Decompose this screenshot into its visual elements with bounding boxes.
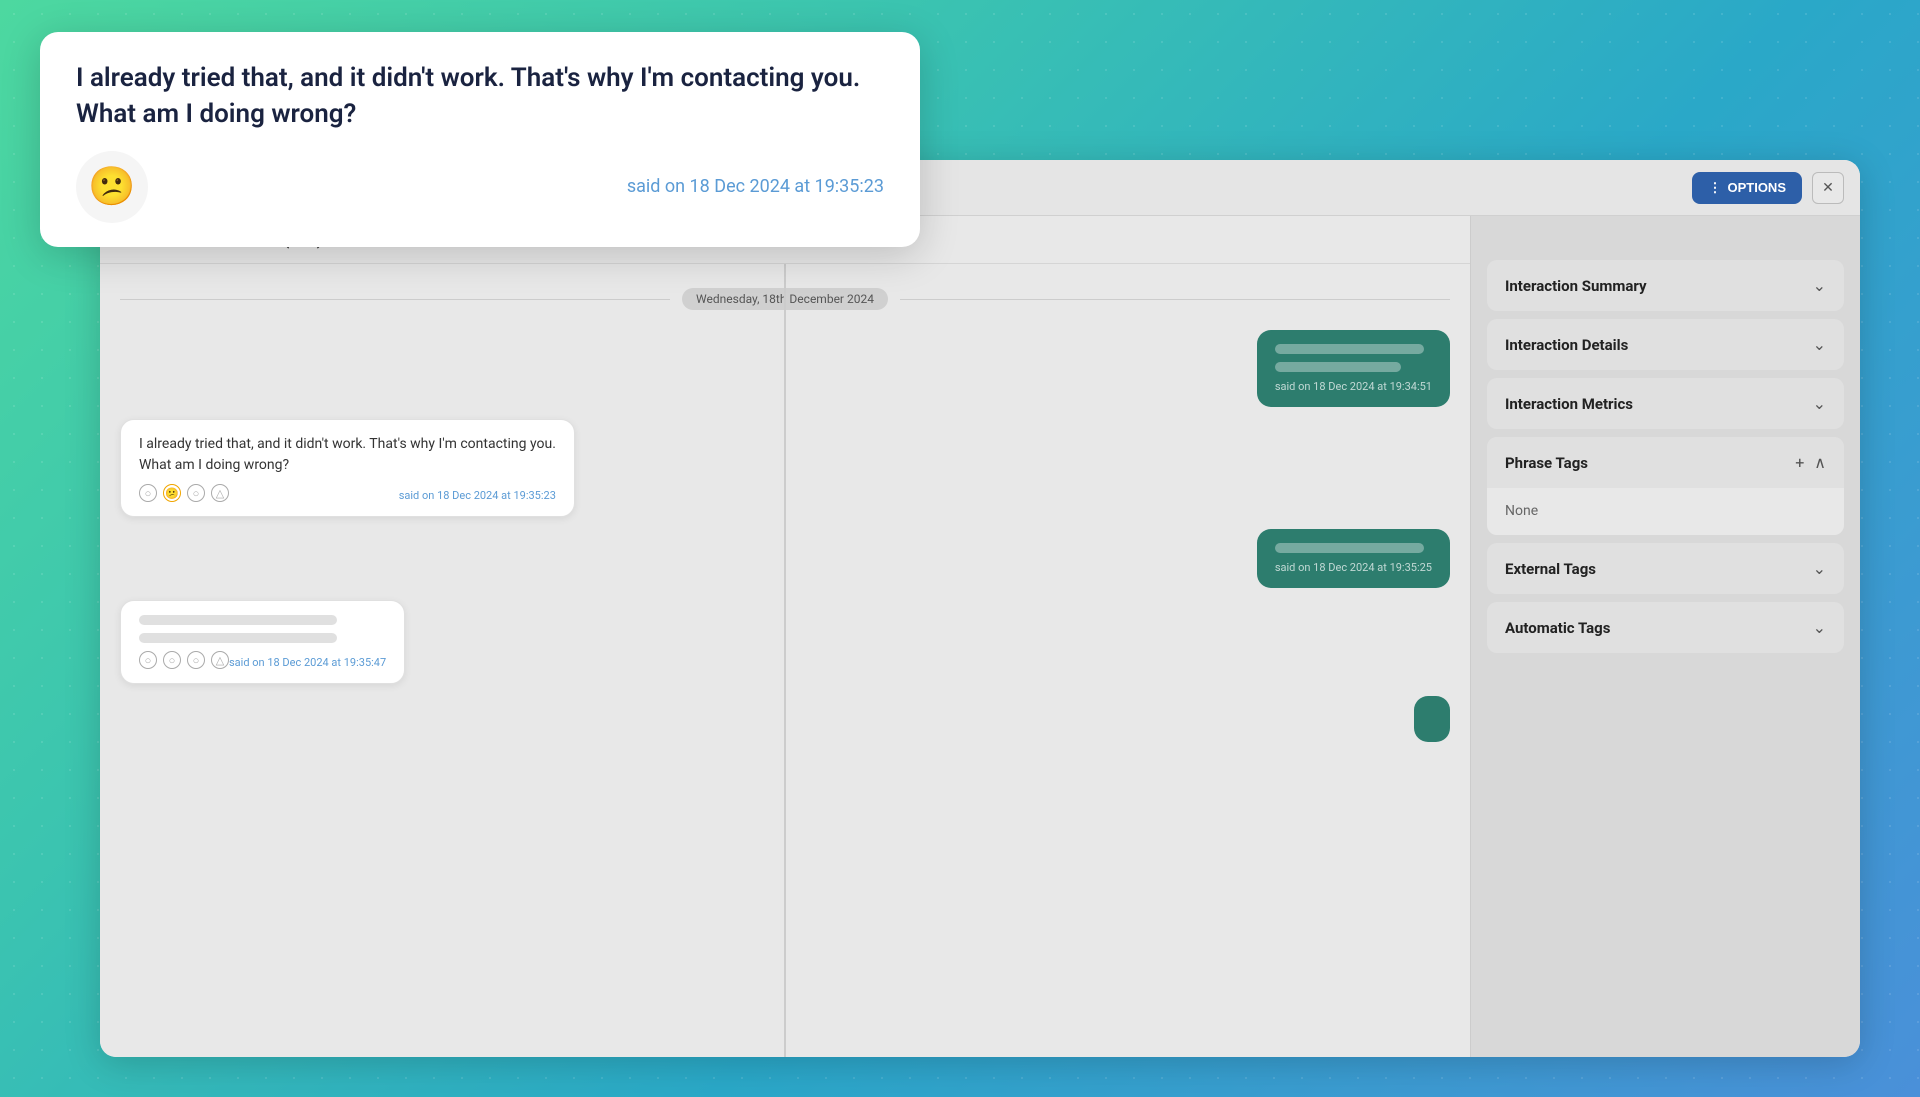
chevron-down-icon: ⌄ bbox=[1813, 276, 1826, 295]
accordion-title-details: Interaction Details bbox=[1505, 336, 1628, 354]
message-row: I already tried that, and it didn't work… bbox=[120, 419, 1450, 517]
options-label: OPTIONS bbox=[1727, 180, 1786, 195]
tooltip-footer: 😕 said on 18 Dec 2024 at 19:35:23 bbox=[76, 151, 884, 223]
message-line bbox=[139, 615, 337, 625]
accordion-header-external-tags[interactable]: External Tags ⌄ bbox=[1487, 543, 1844, 594]
accordion-title-external-tags: External Tags bbox=[1505, 560, 1596, 578]
accordion-title-phrase-tags: Phrase Tags bbox=[1505, 454, 1588, 472]
close-icon: ✕ bbox=[1822, 179, 1834, 196]
reaction-icon-4[interactable]: △ bbox=[211, 484, 229, 502]
customer-bubble-highlighted: I already tried that, and it didn't work… bbox=[120, 419, 575, 517]
accordion-interaction-details: Interaction Details ⌄ bbox=[1487, 319, 1844, 370]
accordion-interaction-summary: Interaction Summary ⌄ bbox=[1487, 260, 1844, 311]
divider-line-left bbox=[120, 299, 670, 300]
accordion-phrase-tags: Phrase Tags + ∧ None bbox=[1487, 437, 1844, 535]
chevron-up-icon: ∧ bbox=[1814, 453, 1826, 472]
phrase-tags-none-label: None bbox=[1505, 503, 1538, 519]
accordion-header-automatic-tags[interactable]: Automatic Tags ⌄ bbox=[1487, 602, 1844, 653]
reaction-icon-2[interactable]: ○ bbox=[163, 651, 181, 669]
message-line bbox=[139, 633, 337, 643]
accordion-automatic-tags: Automatic Tags ⌄ bbox=[1487, 602, 1844, 653]
tooltip-emoji: 😕 bbox=[76, 151, 148, 223]
reaction-icon-1[interactable]: ○ bbox=[139, 651, 157, 669]
chat-messages[interactable]: Wednesday, 18th December 2024 said on 18… bbox=[100, 264, 1470, 1057]
reaction-icon-2[interactable]: 😕 bbox=[163, 484, 181, 502]
chevron-down-icon: ⌄ bbox=[1813, 335, 1826, 354]
accordion-title-summary: Interaction Summary bbox=[1505, 277, 1647, 295]
reaction-icon-3[interactable]: ○ bbox=[187, 484, 205, 502]
message-timestamp: said on 18 Dec 2024 at 19:35:23 bbox=[399, 489, 556, 502]
message-timestamp: said on 18 Dec 2024 at 19:34:51 bbox=[1275, 380, 1432, 393]
divider-line-right bbox=[900, 299, 1450, 300]
phrase-tags-header: Phrase Tags + ∧ bbox=[1505, 453, 1826, 472]
options-button[interactable]: ⋮ OPTIONS bbox=[1692, 172, 1802, 204]
message-line bbox=[1275, 362, 1401, 372]
accordion-header-summary[interactable]: Interaction Summary ⌄ bbox=[1487, 260, 1844, 311]
message-reaction-icons: ○ 😕 ○ △ bbox=[139, 484, 229, 502]
accordion-title-automatic-tags: Automatic Tags bbox=[1505, 619, 1610, 637]
phrase-tags-add-icon[interactable]: + bbox=[1795, 453, 1804, 472]
message-timestamp: said on 18 Dec 2024 at 19:35:25 bbox=[1275, 561, 1432, 574]
chat-panel: Customer Interactions (103) ▾ Wednesday,… bbox=[100, 216, 1470, 1057]
accordion-header-metrics[interactable]: Interaction Metrics ⌄ bbox=[1487, 378, 1844, 429]
reaction-icon-3[interactable]: ○ bbox=[187, 651, 205, 669]
message-footer: ○ ○ ○ △ said on 18 Dec 2024 at 19:35:47 bbox=[139, 651, 386, 669]
message-footer: ○ 😕 ○ △ said on 18 Dec 2024 at 19:35:23 bbox=[139, 484, 556, 502]
customer-message-text: I already tried that, and it didn't work… bbox=[139, 434, 556, 476]
options-dots: ⋮ bbox=[1708, 180, 1721, 196]
agent-bubble: said on 18 Dec 2024 at 19:34:51 bbox=[1257, 330, 1450, 407]
phrase-tags-body: None bbox=[1487, 488, 1844, 535]
reaction-icon-1[interactable]: ○ bbox=[139, 484, 157, 502]
message-row bbox=[120, 696, 1450, 742]
accordion-interaction-metrics: Interaction Metrics ⌄ bbox=[1487, 378, 1844, 429]
content-area: Customer Interactions (103) ▾ Wednesday,… bbox=[100, 216, 1860, 1057]
tooltip-text: I already tried that, and it didn't work… bbox=[76, 60, 884, 133]
agent-bubble bbox=[1414, 696, 1450, 742]
accordion-title-metrics: Interaction Metrics bbox=[1505, 395, 1633, 413]
chevron-down-icon: ⌄ bbox=[1813, 559, 1826, 578]
message-row: ○ ○ ○ △ said on 18 Dec 2024 at 19:35:47 bbox=[120, 600, 1450, 684]
right-panel: Interaction Summary ⌄ Interaction Detail… bbox=[1470, 216, 1860, 1057]
reaction-icon-4[interactable]: △ bbox=[211, 651, 229, 669]
message-line bbox=[1275, 543, 1424, 553]
spacer bbox=[1487, 232, 1844, 252]
message-reaction-icons: ○ ○ ○ △ bbox=[139, 651, 229, 669]
accordion-header-details[interactable]: Interaction Details ⌄ bbox=[1487, 319, 1844, 370]
chevron-down-icon: ⌄ bbox=[1813, 394, 1826, 413]
tooltip-timestamp: said on 18 Dec 2024 at 19:35:23 bbox=[627, 176, 884, 197]
accordion-external-tags: External Tags ⌄ bbox=[1487, 543, 1844, 594]
main-window: ⋮ OPTIONS ✕ Customer Interactions (103) … bbox=[100, 160, 1860, 1057]
customer-bubble: ○ ○ ○ △ said on 18 Dec 2024 at 19:35:47 bbox=[120, 600, 405, 684]
message-line bbox=[1275, 344, 1424, 354]
message-row: said on 18 Dec 2024 at 19:34:51 bbox=[120, 330, 1450, 407]
message-timestamp: said on 18 Dec 2024 at 19:35:47 bbox=[229, 656, 386, 669]
accordion-header-phrase-tags[interactable]: Phrase Tags + ∧ bbox=[1487, 437, 1844, 488]
chevron-down-icon: ⌄ bbox=[1813, 618, 1826, 637]
close-button[interactable]: ✕ bbox=[1812, 172, 1844, 204]
agent-bubble: said on 18 Dec 2024 at 19:35:25 bbox=[1257, 529, 1450, 588]
message-row: said on 18 Dec 2024 at 19:35:25 bbox=[120, 529, 1450, 588]
tooltip-card: I already tried that, and it didn't work… bbox=[40, 32, 920, 247]
